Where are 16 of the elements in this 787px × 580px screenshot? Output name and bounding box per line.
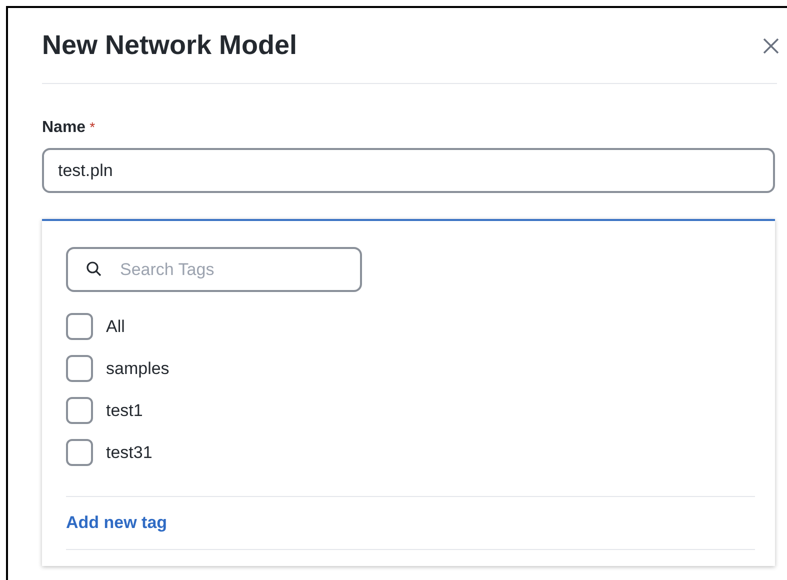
- checkbox[interactable]: [66, 355, 93, 382]
- tag-label: All: [106, 316, 125, 338]
- checkbox[interactable]: [66, 397, 93, 424]
- tag-label: test1: [106, 400, 143, 422]
- tag-label: test31: [106, 442, 152, 464]
- tag-label: samples: [106, 358, 170, 380]
- search-field[interactable]: Search Tags: [66, 247, 362, 292]
- checkbox[interactable]: [66, 313, 93, 340]
- required-mark: *: [90, 118, 96, 137]
- search-icon: [86, 261, 102, 277]
- name-field[interactable]: test.pln: [42, 148, 775, 193]
- field-label: Name: [42, 118, 86, 138]
- checkbox[interactable]: [66, 439, 93, 466]
- close-icon[interactable]: [761, 36, 781, 56]
- dialog-title: New Network Model: [42, 29, 298, 62]
- add-tag-link[interactable]: Add new tag: [66, 510, 168, 536]
